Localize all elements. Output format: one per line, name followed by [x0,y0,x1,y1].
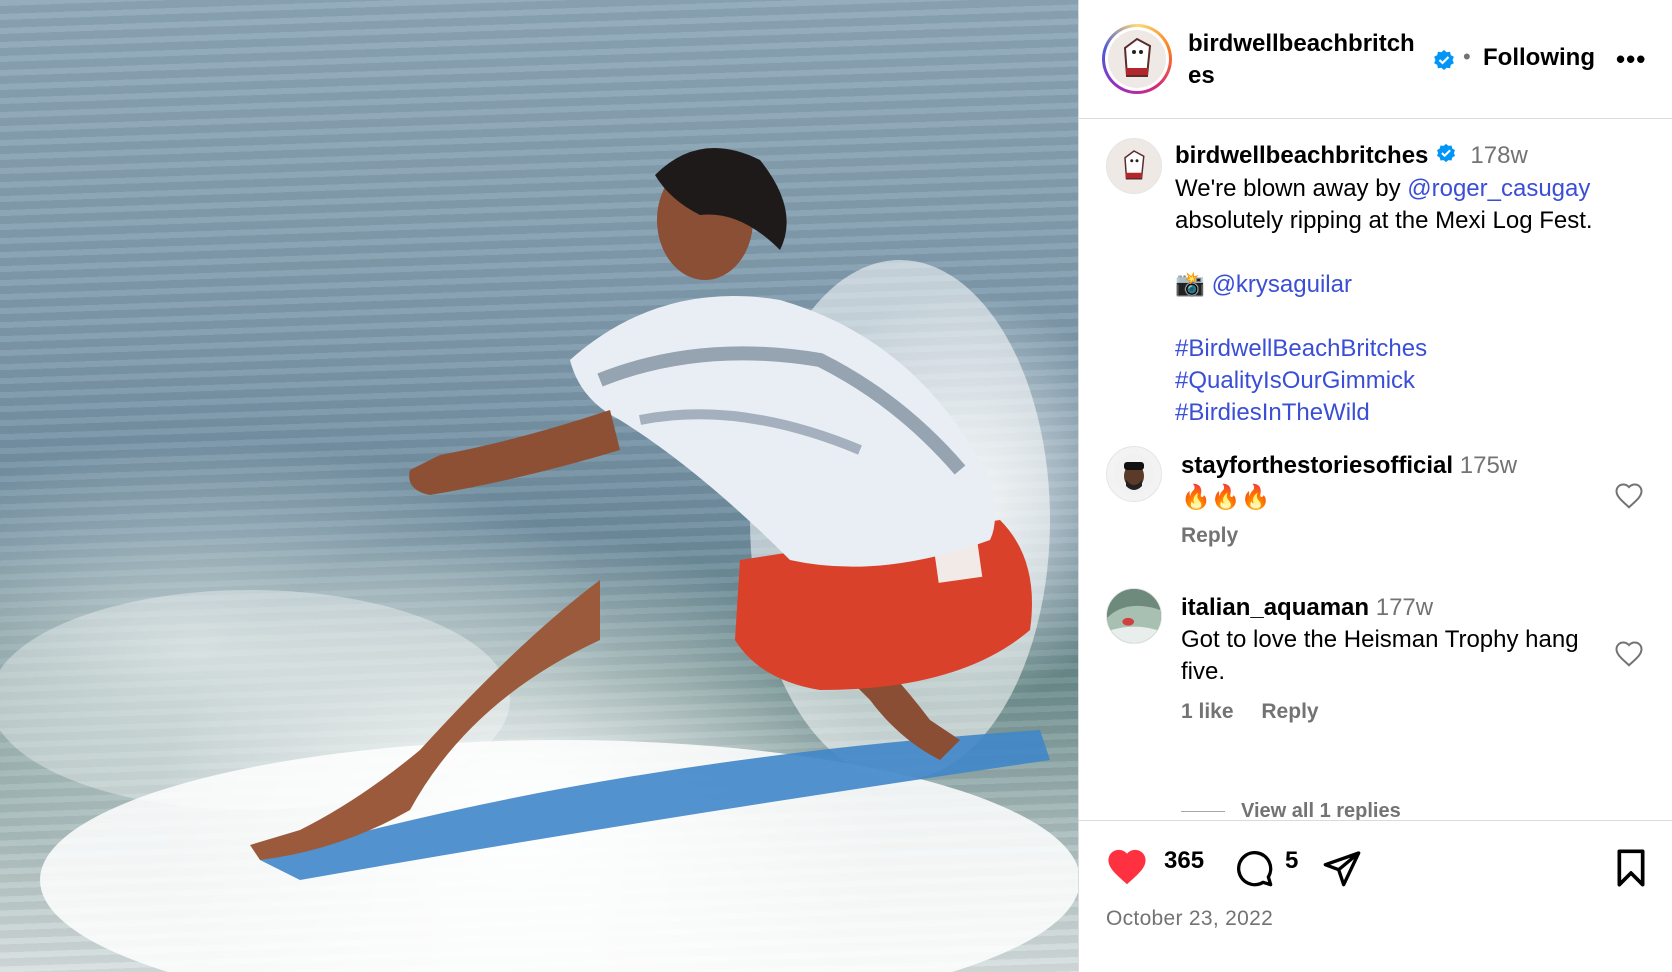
comment-text: Got to love the Heisman Trophy hang five… [1181,626,1579,685]
hashtag-link[interactable]: #BirdiesInTheWild [1175,397,1655,429]
comment-bubble-icon[interactable] [1234,848,1274,893]
wave-avatar-icon [1107,589,1161,643]
bird-logo-icon [1124,150,1145,180]
reply-button[interactable]: Reply [1181,524,1238,547]
comment-username[interactable]: stayforthestoriesofficial [1181,452,1453,479]
reply-button[interactable]: Reply [1261,700,1318,723]
surfer-illustration [0,148,1078,972]
following-button[interactable]: Following [1483,44,1595,72]
hashtag-link[interactable]: #BirdwellBeachBritches [1175,333,1655,365]
replies-divider [1181,811,1225,813]
more-options-icon[interactable]: ••• [1616,44,1646,75]
likes-count[interactable]: 365 [1164,847,1204,875]
caption-username[interactable]: birdwellbeachbritches [1175,142,1428,169]
save-bookmark-icon[interactable] [1613,848,1649,893]
view-replies-label: View all 1 replies [1241,800,1401,820]
like-comment-heart-icon[interactable] [1614,482,1644,515]
author-avatar[interactable] [1102,24,1172,94]
post-image[interactable] [0,0,1078,972]
comment-likes-count[interactable]: 1 like [1181,700,1234,723]
caption-text-continued: absolutely ripping at the Mexi Log Fest. [1175,206,1593,234]
like-heart-icon[interactable] [1105,847,1149,892]
commenter-avatar[interactable] [1106,446,1162,502]
post-header: birdwellbeachbritches • Following ••• [1079,0,1672,119]
separator-dot: • [1463,44,1471,69]
comment-username[interactable]: italian_aquaman [1181,594,1369,621]
comment-text: 🔥🔥🔥 [1181,484,1271,511]
comment-age: 175w [1459,452,1518,479]
bird-logo-icon [1123,37,1152,77]
comment-age: 177w [1375,594,1434,621]
photo-credit-link[interactable]: @krysaguilar [1212,271,1352,298]
comments-count[interactable]: 5 [1285,847,1298,875]
like-comment-heart-icon[interactable] [1614,640,1644,673]
hashtag-link[interactable]: #QualityIsOurGimmick [1175,365,1655,397]
comments-section[interactable]: birdwellbeachbritches 178w We're blown a… [1079,120,1672,820]
caption-avatar[interactable] [1106,138,1162,194]
caption-text: We're blown away by [1175,174,1408,202]
camera-icon: 📸 [1175,270,1205,298]
share-paper-plane-icon[interactable] [1322,848,1362,893]
post-detail-panel: birdwellbeachbritches • Following ••• bi… [1078,0,1672,972]
person-avatar-icon [1114,454,1154,494]
verified-badge-icon [1432,48,1456,77]
caption-age: 178w [1470,142,1528,169]
post-actions-footer: 365 5 October 23, 2022 [1079,820,1672,972]
commenter-avatar[interactable] [1106,588,1162,644]
caption-mention-link[interactable]: @roger_casugay [1407,175,1590,202]
post-date[interactable]: October 23, 2022 [1106,907,1273,931]
verified-badge-icon [1435,141,1457,173]
author-username[interactable]: birdwellbeachbritches [1188,28,1418,92]
view-replies-button[interactable]: View all 1 replies [1181,800,1401,820]
